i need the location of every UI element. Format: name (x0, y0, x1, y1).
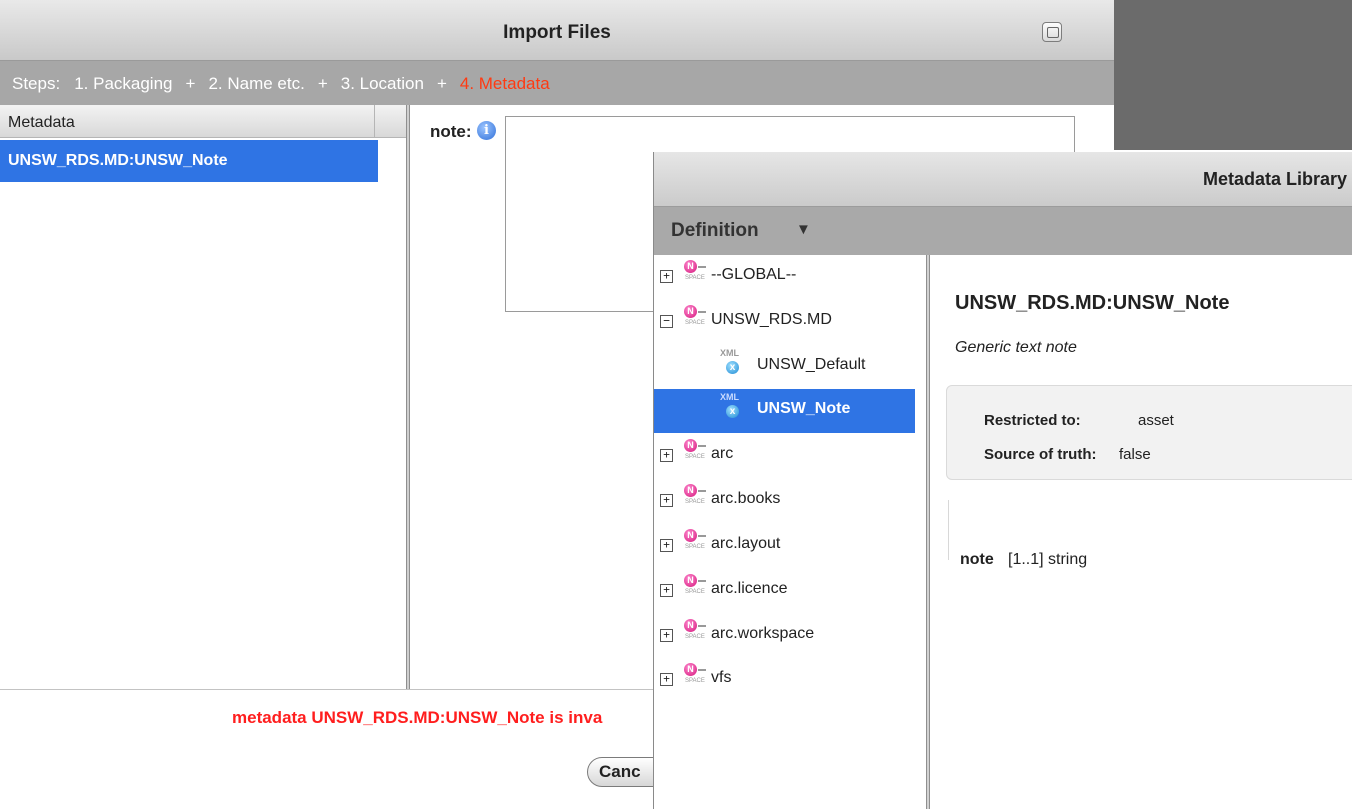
tree-item-unsw-default[interactable]: XML x UNSW_Default (654, 345, 916, 389)
namespace-icon: N SPACE (684, 439, 706, 460)
tree-item-label: arc.books (711, 490, 781, 507)
tree-item-label: UNSW_Default (757, 356, 866, 373)
xml-doc-icon: XML x (720, 348, 739, 374)
tree-item-arc-workspace[interactable]: + N SPACE arc.workspace (654, 614, 916, 658)
namespace-icon: N SPACE (684, 619, 706, 640)
expand-icon[interactable]: + (660, 494, 673, 507)
tree-item-label: arc.workspace (711, 625, 815, 642)
tree-item-arc[interactable]: + N SPACE arc (654, 434, 916, 478)
tree-item-arc-books[interactable]: + N SPACE arc.books (654, 479, 916, 523)
caret-down-icon[interactable]: ▼ (796, 207, 811, 255)
tree-item-unsw-rds-md[interactable]: − N SPACE UNSW_RDS.MD (654, 300, 916, 344)
metadata-list-item[interactable]: UNSW_RDS.MD:UNSW_Note (0, 140, 378, 182)
tree-item-label: arc (711, 445, 734, 462)
namespace-icon: N SPACE (684, 484, 706, 505)
source-of-truth-value: false (1119, 446, 1151, 463)
element-name: note (960, 551, 994, 568)
step-metadata[interactable]: 4. Metadata (460, 61, 550, 107)
xml-doc-icon: XML x (720, 392, 739, 418)
namespace-icon: N SPACE (684, 663, 706, 684)
tree-item-label: --GLOBAL-- (711, 266, 797, 283)
namespace-icon: N SPACE (684, 529, 706, 550)
tree-item-arc-licence[interactable]: + N SPACE arc.licence (654, 569, 916, 613)
tree-item-label: vfs (711, 669, 732, 686)
tree-item-label: arc.layout (711, 535, 781, 552)
tree-item-label: arc.licence (711, 580, 788, 597)
definition-details: UNSW_RDS.MD:UNSW_Note Generic text note … (930, 255, 1352, 809)
expand-icon[interactable]: + (660, 539, 673, 552)
definition-bar: Definition ▼ (654, 207, 1352, 255)
expand-icon[interactable]: + (660, 584, 673, 597)
step-packaging[interactable]: 1. Packaging (74, 61, 172, 107)
restricted-to-label: Restricted to: (984, 412, 1081, 429)
metadata-library-window: Metadata Library Definition ▼ + N SPACE -… (653, 152, 1352, 809)
metadata-list-header-filler (374, 105, 406, 138)
element-indent-line (948, 500, 949, 560)
steps-bar: Steps: 1. Packaging +2. Name etc. +3. Locat… (0, 61, 1114, 105)
step-separator: + (317, 74, 328, 93)
namespace-icon: N SPACE (684, 305, 706, 326)
collapse-icon[interactable]: − (660, 315, 673, 328)
step-separator: + (436, 74, 447, 93)
error-message: metadata UNSW_RDS.MD:UNSW_Note is inva (232, 708, 603, 727)
expand-icon[interactable]: + (660, 449, 673, 462)
pane-splitter[interactable] (406, 105, 410, 690)
namespace-icon: N SPACE (684, 260, 706, 281)
import-window-title: Import Files (503, 22, 611, 43)
tree-item-arc-layout[interactable]: + N SPACE arc.layout (654, 524, 916, 568)
element-spec: [1..1] string (1008, 551, 1088, 568)
tree-item-label: UNSW_RDS.MD (711, 311, 832, 328)
definition-properties: Restricted to: asset Source of truth: fa… (946, 385, 1352, 480)
step-location[interactable]: 3. Location (341, 61, 424, 107)
metadata-list: Metadata UNSW_RDS.MD:UNSW_Note (0, 105, 406, 690)
import-titlebar[interactable]: Import Files (0, 0, 1114, 61)
desktop-background (1114, 0, 1352, 150)
definition-menu[interactable]: Definition (671, 207, 759, 255)
maximize-icon[interactable] (1042, 22, 1062, 42)
restricted-to-value: asset (1138, 412, 1174, 429)
step-separator: + (185, 74, 196, 93)
steps-prefix: Steps: (12, 74, 61, 93)
definition-tree: + N SPACE --GLOBAL-- − N SPACE UNSW_RDS.MD… (654, 255, 926, 809)
definition-description: Generic text note (955, 339, 1077, 356)
library-titlebar[interactable]: Metadata Library (654, 152, 1352, 207)
expand-icon[interactable]: + (660, 270, 673, 283)
expand-icon[interactable]: + (660, 673, 673, 686)
expand-icon[interactable]: + (660, 629, 673, 642)
tree-item-unsw-note[interactable]: XML x UNSW_Note (654, 389, 916, 433)
tree-item-global[interactable]: + N SPACE --GLOBAL-- (654, 255, 916, 299)
source-of-truth-label: Source of truth: (984, 446, 1097, 463)
info-icon[interactable]: i (477, 121, 496, 140)
tree-item-label: UNSW_Note (757, 400, 851, 417)
library-window-title: Metadata Library (1202, 169, 1347, 189)
namespace-icon: N SPACE (684, 574, 706, 595)
definition-title: UNSW_RDS.MD:UNSW_Note (955, 292, 1230, 314)
metadata-list-header[interactable]: Metadata (0, 105, 374, 138)
step-name[interactable]: 2. Name etc. (208, 61, 304, 107)
note-field-label: note: (430, 122, 472, 141)
tree-item-vfs[interactable]: + N SPACE vfs (654, 658, 916, 702)
